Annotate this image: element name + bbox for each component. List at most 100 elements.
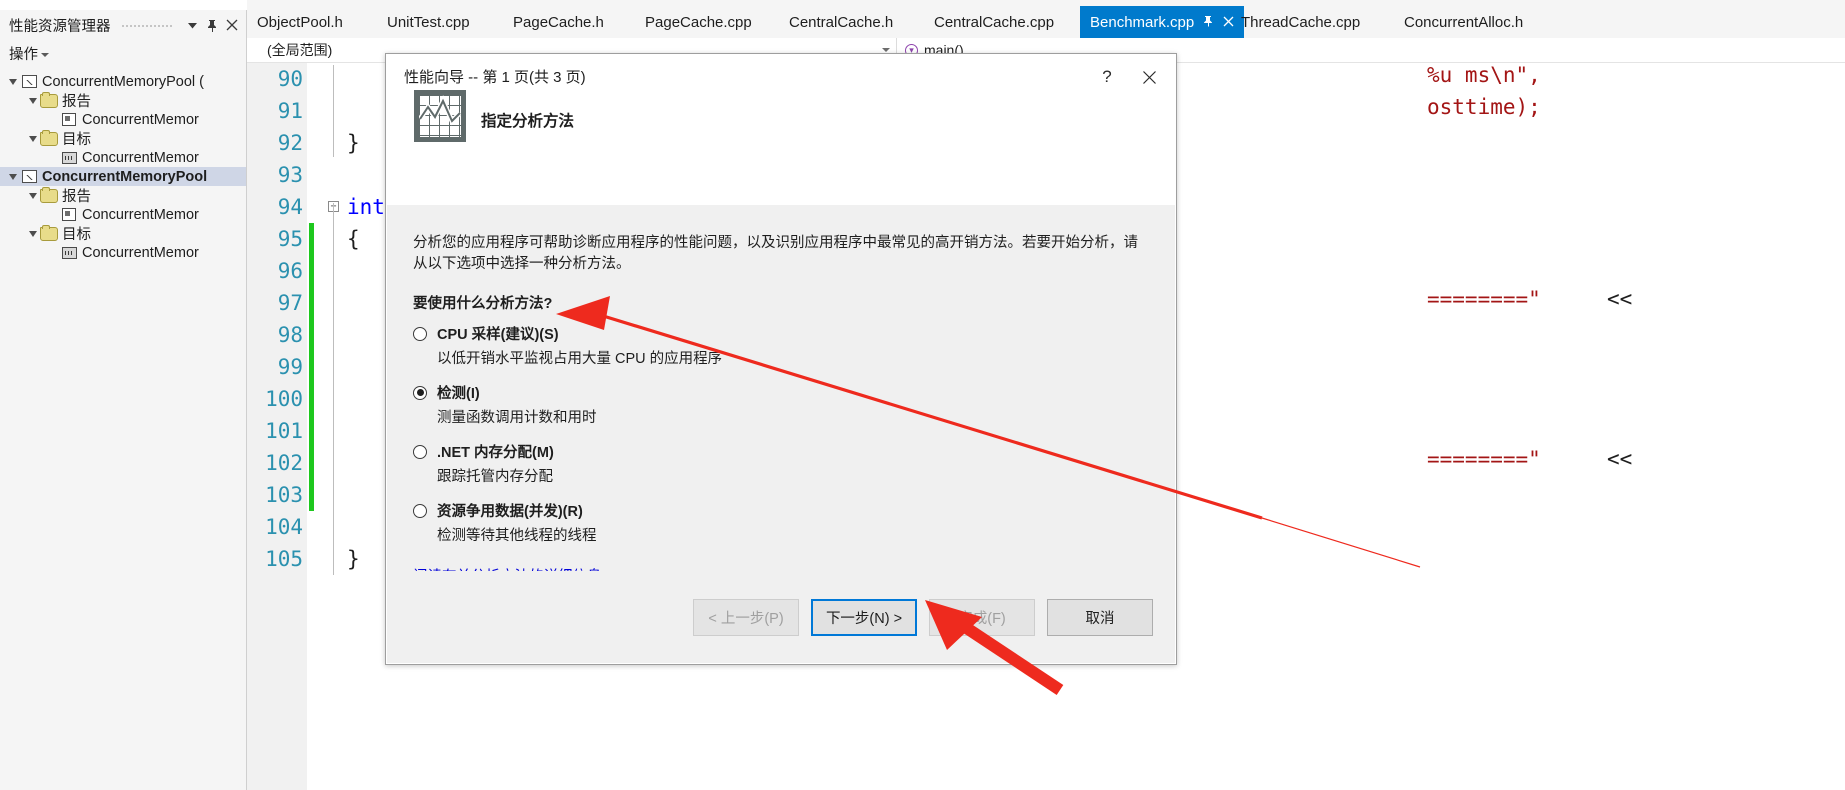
analysis-method-option[interactable]: 资源争用数据(并发)(R) 检测等待其他线程的线程 [413, 500, 1149, 545]
dropdown-icon[interactable] [184, 16, 200, 34]
dialog-caption-buttons: ? [1086, 62, 1170, 92]
dialog-button: < 上一步(P) [693, 599, 799, 636]
document-tab-label: PageCache.h [513, 14, 604, 31]
tree-expander-icon[interactable] [26, 97, 40, 104]
option-row[interactable]: CPU 采样(建议)(S) [413, 323, 1149, 344]
tree-expander-icon[interactable] [6, 78, 20, 85]
panel-header: 性能资源管理器 [0, 10, 246, 40]
code-fragment: ========" [1427, 447, 1541, 471]
code-fragment: %u ms\n", [1427, 63, 1541, 87]
radio-button[interactable] [413, 503, 427, 518]
dialog-button: 完成(F) [929, 599, 1035, 636]
performance-wizard-dialog: 性能向导 -- 第 1 页(共 3 页) ? 指定分析方法 分析您的应用程序可帮… [385, 53, 1177, 665]
document-tab[interactable]: ConcurrentAlloc.h [1394, 7, 1533, 38]
folder-icon [40, 129, 58, 147]
line-number: 94 [277, 195, 303, 219]
document-tab[interactable]: ThreadCache.cpp [1231, 7, 1370, 38]
document-tab-label: CentralCache.cpp [934, 14, 1055, 31]
tree-expander-icon[interactable] [26, 135, 40, 142]
pin-icon[interactable] [1203, 15, 1214, 30]
tree-item[interactable]: 报告 [0, 186, 246, 205]
tree-item[interactable]: ConcurrentMemor [0, 148, 246, 167]
option-row[interactable]: 检测(I) [413, 382, 1149, 403]
dialog-header: 性能向导 -- 第 1 页(共 3 页) ? 指定分析方法 [386, 54, 1176, 166]
document-tab[interactable]: CentralCache.cpp [924, 7, 1064, 38]
option-row[interactable]: 资源争用数据(并发)(R) [413, 500, 1149, 521]
tree-expander-icon[interactable] [26, 230, 40, 237]
tree-item[interactable]: ConcurrentMemor [0, 243, 246, 262]
document-tab[interactable]: Benchmark.cpp [1080, 6, 1245, 38]
document-tab[interactable]: CentralCache.h [779, 7, 903, 38]
tree-item[interactable]: 目标 [0, 129, 246, 148]
performance-wizard-icon [414, 90, 466, 142]
tree-expander-icon[interactable] [26, 192, 40, 199]
tree-item[interactable]: ConcurrentMemoryPool [0, 167, 246, 186]
tree-item-label: 目标 [62, 227, 91, 243]
code-line[interactable]: { [347, 223, 360, 255]
radio-button[interactable] [413, 326, 427, 341]
code-line[interactable]: } [347, 543, 360, 575]
target-icon [60, 245, 78, 261]
radio-button[interactable] [413, 385, 427, 400]
option-description: 跟踪托管内存分配 [437, 469, 553, 485]
line-number: 103 [265, 483, 303, 507]
vs-ide-window: 性能资源管理器 操作 ConcurrentMemoryPool (报告 Concu… [0, 0, 1845, 790]
dialog-heading: 指定分析方法 [481, 113, 575, 130]
radio-button[interactable] [413, 444, 427, 459]
line-number: 90 [277, 67, 303, 91]
panel-drag-grip[interactable] [120, 19, 174, 31]
tree-expander-icon[interactable] [6, 173, 20, 180]
option-label: 资源争用数据(并发)(R) [437, 504, 583, 520]
dialog-question: 要使用什么分析方法? [413, 296, 553, 312]
code-token: int [347, 195, 385, 219]
document-tab[interactable]: PageCache.cpp [635, 7, 762, 38]
dialog-button[interactable]: 下一步(N) > [811, 599, 917, 636]
code-token: } [347, 131, 360, 155]
performance-explorer-panel: 性能资源管理器 操作 ConcurrentMemoryPool (报告 Concu… [0, 10, 247, 790]
tree-item-label: ConcurrentMemoryPool ( [42, 73, 204, 90]
tree-item[interactable]: ConcurrentMemor [0, 110, 246, 129]
dialog-titlebar[interactable]: 性能向导 -- 第 1 页(共 3 页) [386, 54, 1176, 104]
tree-item[interactable]: ConcurrentMemor [0, 205, 246, 224]
analysis-method-option[interactable]: CPU 采样(建议)(S) 以低开销水平监视占用大量 CPU 的应用程序 [413, 323, 1149, 368]
scope-value: (全局范围) [267, 42, 333, 58]
document-tab[interactable]: PageCache.h [503, 7, 614, 38]
line-number: 104 [265, 515, 303, 539]
pin-icon[interactable] [204, 16, 220, 34]
tree-item[interactable]: ConcurrentMemoryPool ( [0, 72, 246, 91]
change-tracking-bar [309, 223, 314, 511]
code-fragment: ========" [1427, 287, 1541, 311]
tree-item-label: 目标 [62, 132, 91, 148]
close-icon[interactable] [1128, 62, 1170, 92]
tree-item-label: ConcurrentMemoryPool [42, 168, 208, 185]
document-tab[interactable]: UnitTest.cpp [377, 7, 480, 38]
help-button[interactable]: ? [1086, 62, 1128, 92]
document-tab-label: ThreadCache.cpp [1241, 14, 1361, 31]
line-number: 93 [277, 163, 303, 187]
code-line[interactable]: } [347, 127, 360, 159]
dialog-button[interactable]: 取消 [1047, 599, 1153, 636]
tree-item[interactable]: 报告 [0, 91, 246, 110]
report-icon [60, 112, 78, 128]
chevron-down-icon[interactable] [41, 53, 49, 57]
actions-menu-label[interactable]: 操作 [9, 43, 38, 64]
option-label: .NET 内存分配(M) [437, 445, 554, 461]
option-label: 检测(I) [437, 386, 480, 402]
document-tab-label: ConcurrentAlloc.h [1404, 14, 1524, 31]
close-icon[interactable] [224, 16, 240, 34]
option-row[interactable]: .NET 内存分配(M) [413, 441, 1149, 462]
line-number: 97 [277, 291, 303, 315]
line-number: 99 [277, 355, 303, 379]
tree-item-label: ConcurrentMemor [82, 111, 199, 128]
code-line[interactable]: int [347, 191, 385, 223]
code-token: } [347, 547, 360, 571]
chevron-down-icon[interactable] [882, 48, 890, 52]
code-fragment: << [1607, 447, 1633, 471]
document-tab[interactable]: ObjectPool.h [247, 7, 353, 38]
dialog-body: 分析您的应用程序可帮助诊断应用程序的性能问题，以及识别应用程序中最常见的高开销方… [387, 205, 1175, 585]
tree-item[interactable]: 目标 [0, 224, 246, 243]
analysis-method-option[interactable]: .NET 内存分配(M) 跟踪托管内存分配 [413, 441, 1149, 486]
analysis-method-option[interactable]: 检测(I) 测量函数调用计数和用时 [413, 382, 1149, 427]
code-fragment: osttime); [1427, 95, 1541, 119]
report-icon [60, 207, 78, 223]
